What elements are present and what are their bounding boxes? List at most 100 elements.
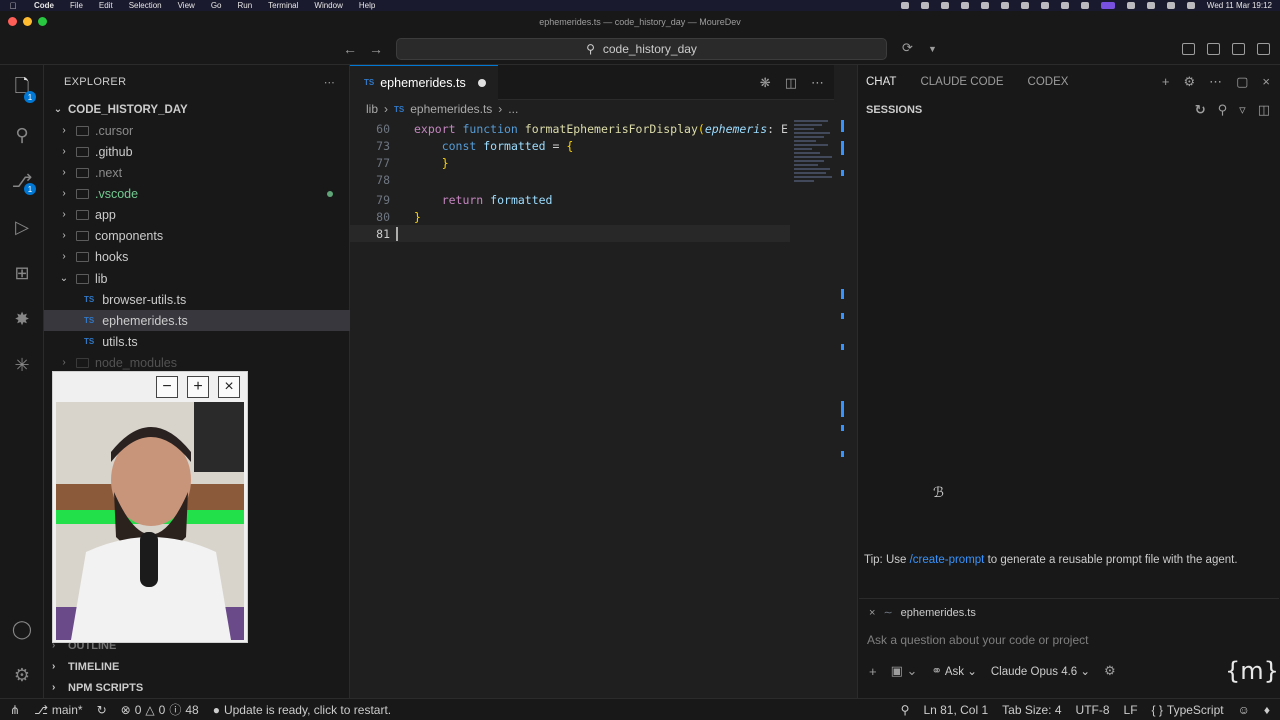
openai-icon[interactable]: ❋ xyxy=(760,75,771,91)
search-icon[interactable]: ⚲ xyxy=(10,123,34,147)
status-tray-icon[interactable] xyxy=(920,2,929,9)
status-tray-icon[interactable] xyxy=(1080,2,1089,9)
explorer-root-folder[interactable]: ⌄ CODE_HISTORY_DAY xyxy=(44,99,350,120)
minimize-icon[interactable]: − xyxy=(156,376,178,398)
menu-go[interactable]: Go xyxy=(203,1,230,10)
apple-icon[interactable]:  xyxy=(0,1,26,11)
tree-file-browser-utils[interactable]: TS browser-utils.ts xyxy=(44,289,350,310)
code-line[interactable]: 60 export function formatEphemerisForDis… xyxy=(350,120,790,137)
go-forward-icon[interactable]: → xyxy=(369,41,383,57)
menu-selection[interactable]: Selection xyxy=(121,1,170,10)
breadcrumb-item[interactable]: ephemerides.ts xyxy=(410,102,492,116)
branch-indicator[interactable]: ⎇ main* xyxy=(27,703,90,717)
language-mode[interactable]: { } TypeScript xyxy=(1145,703,1231,717)
update-notice[interactable]: ● Update is ready, click to restart. xyxy=(206,703,398,717)
menu-file[interactable]: File xyxy=(62,1,91,10)
menu-view[interactable]: View xyxy=(170,1,203,10)
encoding[interactable]: UTF-8 xyxy=(1069,703,1117,717)
more-actions-icon[interactable]: ⋯ xyxy=(811,75,824,91)
current-code-line[interactable]: 81 xyxy=(350,225,790,242)
kubernetes-icon[interactable]: ✳ xyxy=(10,353,34,377)
tree-file-ephemerides[interactable]: TS ephemerides.ts xyxy=(44,310,350,331)
source-control-icon[interactable]: ⎇ 1 xyxy=(10,169,36,195)
problems-indicator[interactable]: ⊗ 0 △ 0 ⓘ 48 xyxy=(114,701,206,718)
menu-terminal[interactable]: Terminal xyxy=(260,1,306,10)
menu-edit[interactable]: Edit xyxy=(91,1,121,10)
minimap[interactable] xyxy=(794,120,834,230)
tab-codex[interactable]: CODEX xyxy=(1028,76,1069,88)
status-tray-icon[interactable] xyxy=(1040,2,1049,9)
code-line[interactable]: 73 const formatted = { xyxy=(350,137,790,154)
attach-tools-icon[interactable]: ▣ ⌄ xyxy=(891,663,918,679)
split-editor-icon[interactable]: ◫ xyxy=(785,75,797,91)
tab-claude-code[interactable]: CLAUDE CODE xyxy=(920,76,1003,88)
account-icon[interactable]: ◯ xyxy=(10,617,34,641)
manage-gear-icon[interactable]: ⚙ xyxy=(10,663,34,687)
status-tray-icon[interactable] xyxy=(960,2,969,9)
tree-folder-lib[interactable]: ⌄ lib xyxy=(44,268,350,289)
more-actions-icon[interactable]: ⋯ xyxy=(324,76,335,89)
remove-context-icon[interactable]: × xyxy=(869,607,875,619)
status-tray-icon[interactable] xyxy=(1060,2,1069,9)
tab-chat[interactable]: CHAT xyxy=(866,76,896,88)
breadcrumb-item[interactable]: ... xyxy=(508,102,518,116)
sync-icon[interactable]: ↻ xyxy=(90,703,114,717)
run-debug-icon[interactable]: ▷ xyxy=(10,215,34,239)
toggle-secondary-sidebar-icon[interactable] xyxy=(1257,43,1270,55)
tree-folder-components[interactable]: › components xyxy=(44,225,350,246)
unsaved-dot-icon[interactable] xyxy=(477,78,486,87)
status-tray-icon[interactable] xyxy=(1020,2,1029,9)
extensions-icon[interactable]: ⊞ xyxy=(10,261,34,285)
toggle-sidebar-icon[interactable]: ◫ xyxy=(1258,102,1270,118)
code-line[interactable]: 79 return formatted xyxy=(350,191,790,208)
menu-window[interactable]: Window xyxy=(306,1,350,10)
wifi-icon[interactable] xyxy=(1126,2,1135,9)
tab-ephemerides[interactable]: TS ephemerides.ts xyxy=(350,64,498,100)
status-tray-icon[interactable] xyxy=(940,2,949,9)
toggle-panel-icon[interactable] xyxy=(1232,43,1245,55)
mode-picker[interactable]: ⚭ Ask ⌄ xyxy=(931,663,976,679)
tree-folder-node-modules[interactable]: › node_modules xyxy=(44,352,350,373)
tab-size[interactable]: Tab Size: 4 xyxy=(995,703,1068,717)
timeline-section[interactable]: › TIMELINE xyxy=(44,656,350,677)
status-tray-icon[interactable] xyxy=(900,2,909,9)
npm-scripts-section[interactable]: › NPM SCRIPTS xyxy=(44,677,350,698)
remote-icon[interactable]: ⋔ xyxy=(0,703,27,717)
model-picker[interactable]: Claude Opus 4.6 ⌄ xyxy=(991,664,1090,678)
filter-icon[interactable]: ▿ xyxy=(1239,102,1246,118)
code-line[interactable]: 78 xyxy=(350,171,790,188)
notifications-bell-icon[interactable]: ♦ xyxy=(1257,703,1280,717)
refresh-icon[interactable]: ↻ xyxy=(1195,102,1206,118)
menu-app[interactable]: Code xyxy=(26,1,62,10)
copilot-status-icon[interactable]: ☺ xyxy=(1231,703,1257,717)
menu-run[interactable]: Run xyxy=(229,1,260,10)
customize-layout-icon[interactable] xyxy=(1182,43,1195,55)
tree-folder-next[interactable]: › .next xyxy=(44,162,350,183)
cursor-position[interactable]: Ln 81, Col 1 xyxy=(916,703,995,717)
keyboard-layout-icon[interactable] xyxy=(1166,2,1175,9)
code-line[interactable]: 77 } xyxy=(350,154,790,171)
toggle-primary-sidebar-icon[interactable] xyxy=(1207,43,1220,55)
status-tray-icon[interactable] xyxy=(1000,2,1009,9)
tree-folder-cursor[interactable]: › .cursor xyxy=(44,120,350,141)
zoom-search-icon[interactable]: ⚲ xyxy=(894,703,917,717)
tree-folder-github[interactable]: › .github xyxy=(44,141,350,162)
more-actions-icon[interactable]: ⋯ xyxy=(1209,74,1222,90)
new-chat-icon[interactable]: + xyxy=(1162,74,1170,90)
tree-file-utils[interactable]: TS utils.ts xyxy=(44,331,350,352)
menu-help[interactable]: Help xyxy=(351,1,383,10)
chat-prompt-input[interactable] xyxy=(867,629,1267,651)
tree-folder-hooks[interactable]: › hooks xyxy=(44,246,350,267)
minimize-window-button[interactable] xyxy=(23,17,32,26)
add-context-icon[interactable]: + xyxy=(869,664,877,679)
close-icon[interactable]: × xyxy=(1262,74,1270,90)
maximize-icon[interactable]: ▢ xyxy=(1236,74,1248,90)
code-line[interactable]: 80 } xyxy=(350,208,790,225)
explorer-icon[interactable]: 🗋 1 xyxy=(10,76,36,103)
status-tray-icon[interactable] xyxy=(980,2,989,9)
settings-gear-icon[interactable]: ⚙ xyxy=(1183,74,1195,90)
chevron-down-icon[interactable]: ▼ xyxy=(928,44,937,54)
python-icon[interactable]: ✸ xyxy=(10,307,34,331)
go-back-icon[interactable]: ← xyxy=(343,41,357,57)
copilot-icon[interactable]: ⟳ xyxy=(902,40,913,56)
